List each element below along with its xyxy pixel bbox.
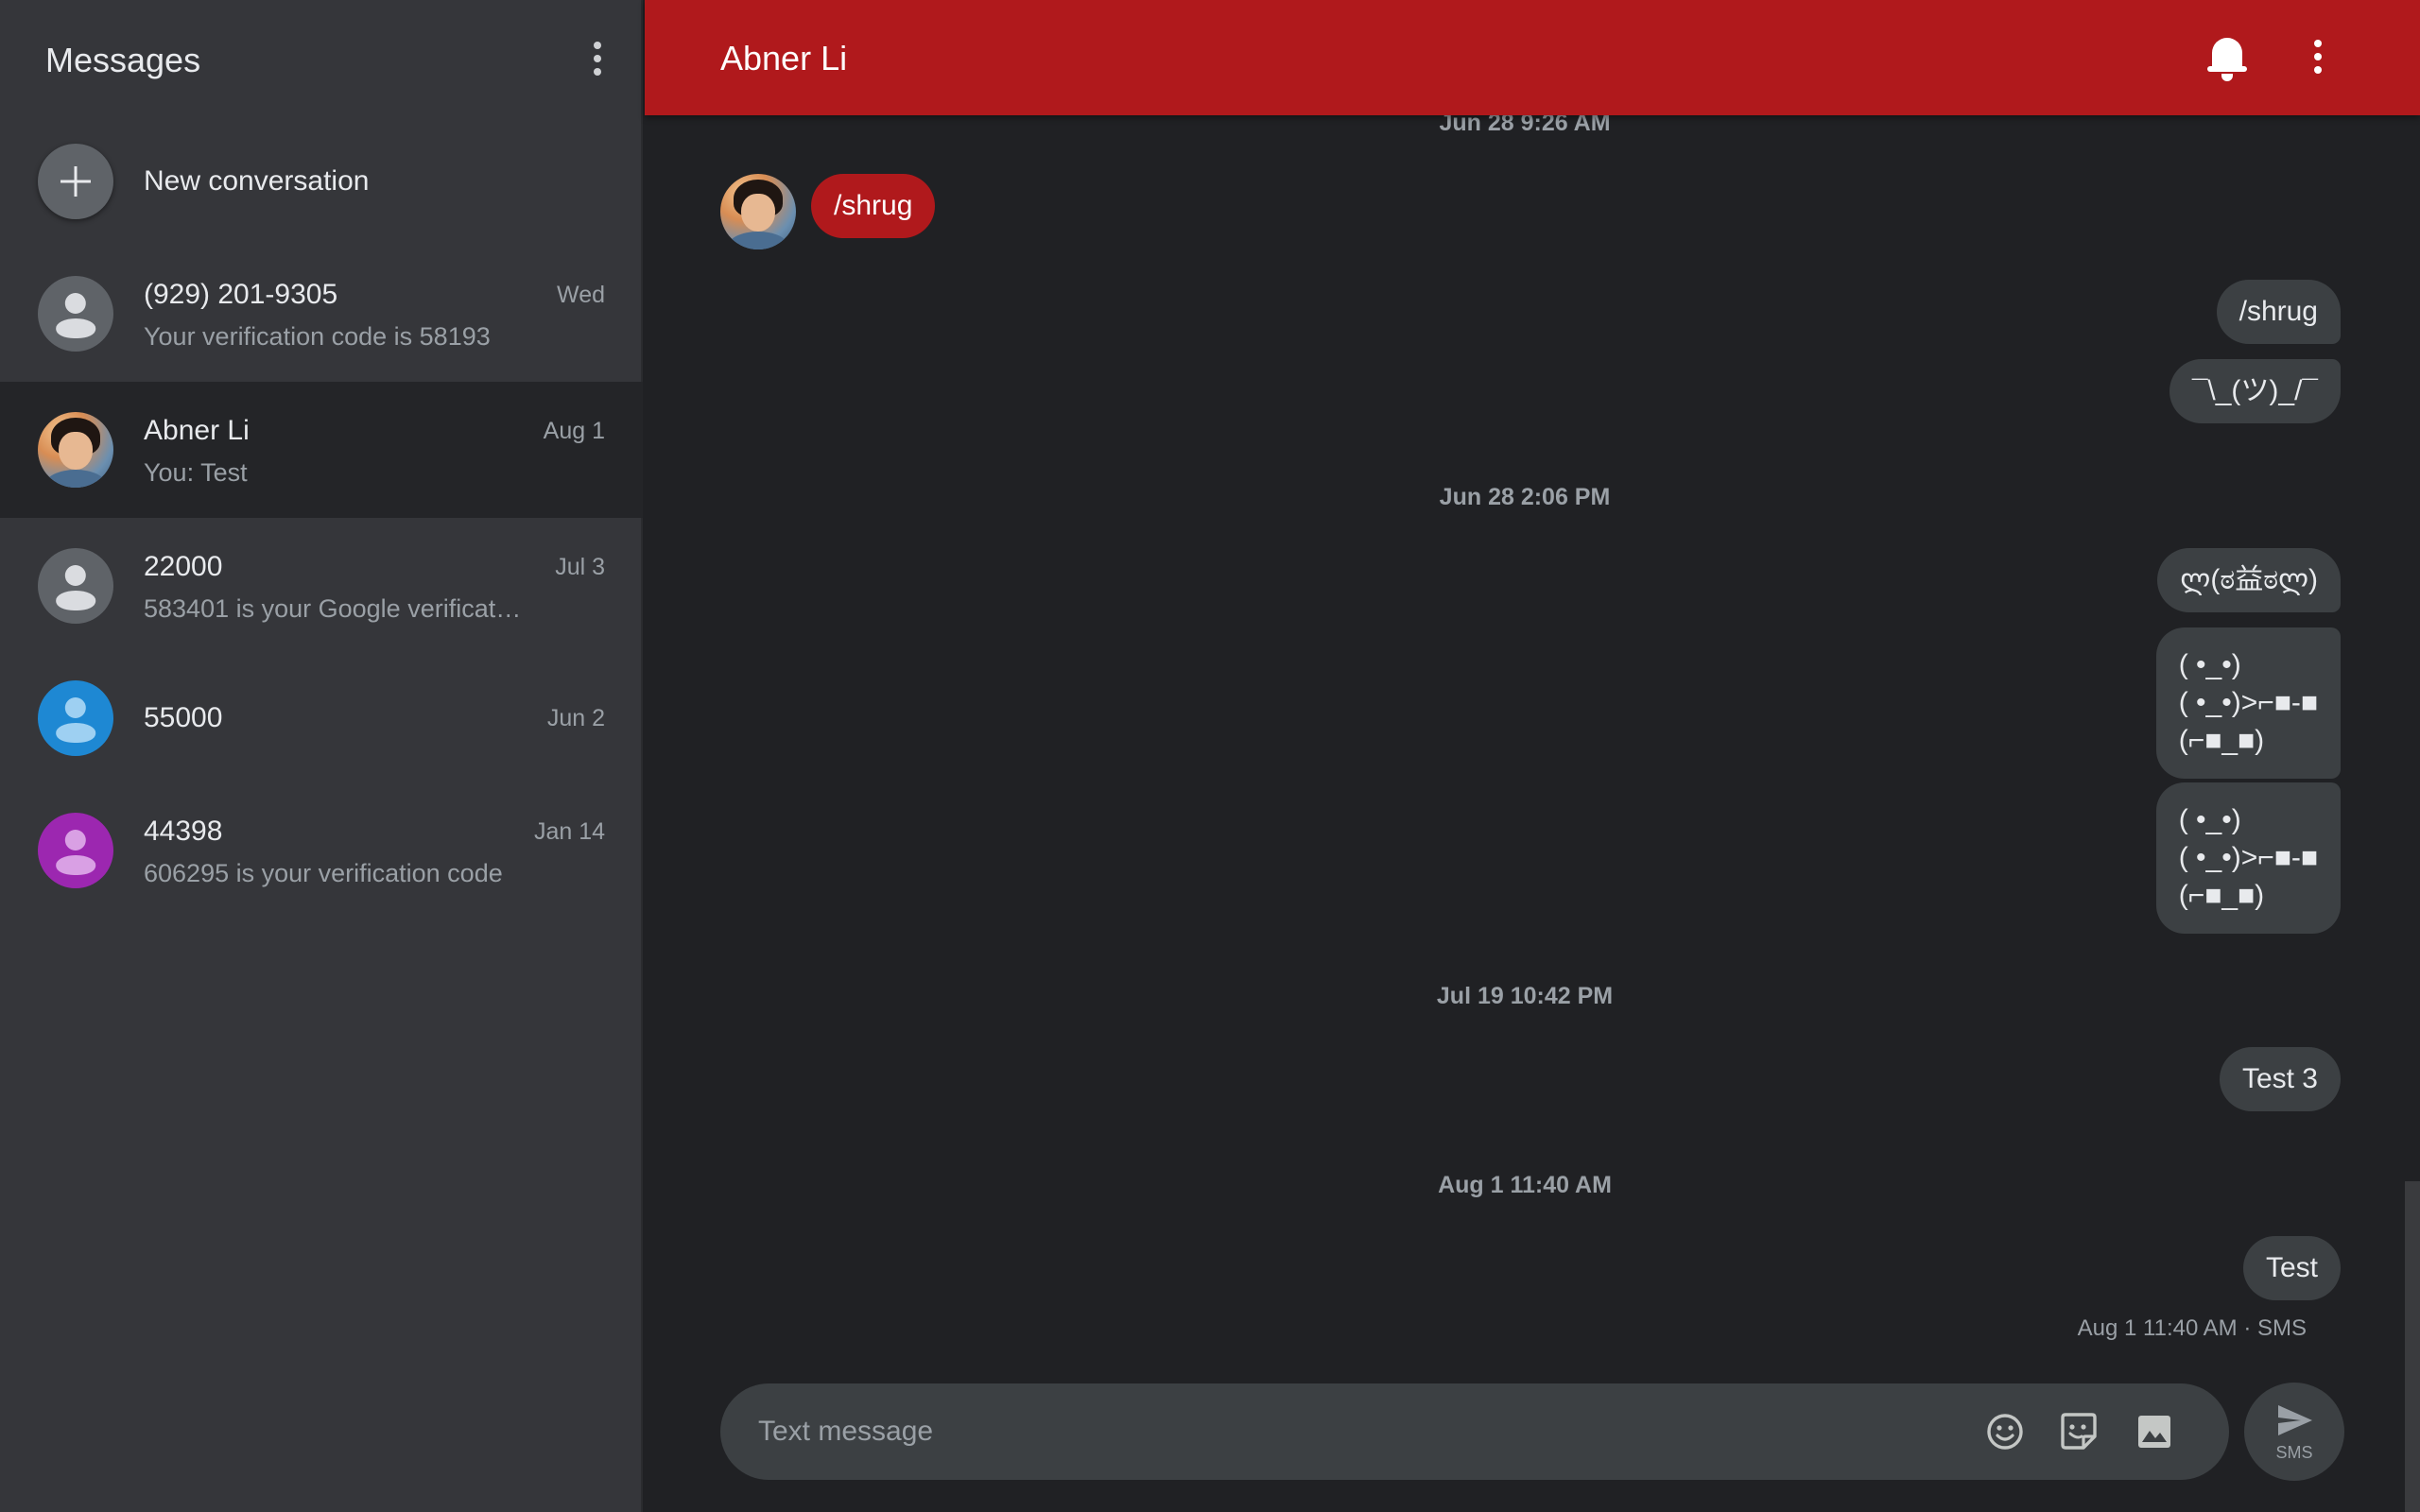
person-icon: [38, 548, 113, 624]
date-separator: Aug 1 11:40 AM: [1438, 1172, 1612, 1198]
bell-icon[interactable]: [2204, 34, 2250, 83]
conversation-list: (929) 201-9305 Your verification code is…: [0, 246, 643, 919]
conversation-date: Jan 14: [533, 818, 605, 845]
image-icon[interactable]: [2133, 1410, 2176, 1453]
conversation-date: Jun 2: [546, 705, 605, 731]
outgoing-message[interactable]: /shrug: [2216, 280, 2341, 344]
avatar: [38, 276, 113, 352]
new-conversation-button[interactable]: New conversation: [0, 132, 643, 231]
app-title: Messages: [45, 41, 201, 79]
conversation-item[interactable]: 44398 606295 is your verification code J…: [0, 782, 643, 919]
conversation-title: Abner Li: [720, 39, 848, 77]
conversation-name: (929) 201-9305: [144, 279, 338, 310]
outgoing-message[interactable]: ¯\_(ツ)_/¯: [2169, 359, 2341, 423]
conversation-date: Jul 3: [555, 554, 605, 580]
send-button[interactable]: SMS: [2244, 1383, 2344, 1481]
outgoing-message[interactable]: Test 3: [2219, 1047, 2341, 1111]
send-icon: [2278, 1405, 2312, 1435]
conversation-snippet: You: Test: [144, 458, 248, 487]
sidebar-header: Messages: [0, 0, 643, 123]
contact-photo: [38, 412, 113, 488]
conversation-header: Abner Li: [645, 0, 2420, 115]
conversation-name: 44398: [144, 816, 223, 847]
conversation-snippet: 583401 is your Google verification code: [144, 594, 522, 623]
outgoing-message[interactable]: ლ(ಠ益ಠლ): [2157, 548, 2341, 612]
more-options-icon[interactable]: [579, 32, 616, 85]
outgoing-message[interactable]: ( •_•) ( •_•)>⌐■-■ (⌐■_■): [2155, 782, 2341, 934]
message-thread: Jun 28 9:26 AM /shrug /shrug ¯\_(ツ)_/¯ J…: [645, 110, 2420, 1363]
date-separator: Jun 28 2:06 PM: [1439, 484, 1611, 510]
outgoing-message[interactable]: Test: [2242, 1236, 2341, 1300]
thread-scrollbar[interactable]: [2405, 1181, 2420, 1512]
more-options-icon[interactable]: [2299, 30, 2337, 83]
conversation-name: Abner Li: [144, 415, 250, 446]
message-status: Aug 1 11:40 AM · SMS: [2077, 1315, 2307, 1341]
new-conversation-label: New conversation: [144, 165, 370, 197]
contact-photo: [720, 174, 796, 249]
conversation-item[interactable]: Abner Li You: Test Aug 1: [0, 382, 643, 518]
emoji-icon[interactable]: [1983, 1410, 2027, 1453]
avatar: [38, 813, 113, 888]
incoming-message[interactable]: /shrug: [811, 174, 936, 238]
sidebar: Messages New conversation (929) 201-9305…: [0, 0, 643, 1512]
message-composer: [720, 1383, 2229, 1480]
person-icon: [38, 276, 113, 352]
send-label: SMS: [2275, 1443, 2313, 1462]
plus-icon: [38, 144, 113, 219]
conversation-item[interactable]: 22000 583401 is your Google verification…: [0, 518, 643, 654]
conversation-date: Wed: [557, 282, 605, 308]
person-icon: [38, 680, 113, 756]
message-input[interactable]: [758, 1406, 1893, 1457]
conversation-date: Aug 1: [543, 418, 605, 444]
sticker-icon[interactable]: [2057, 1410, 2100, 1453]
conversation-item[interactable]: (929) 201-9305 Your verification code is…: [0, 246, 643, 382]
avatar: [38, 680, 113, 756]
conversation-snippet: Your verification code is 58193: [144, 322, 491, 351]
avatar: [38, 412, 113, 488]
date-separator: Jul 19 10:42 PM: [1436, 983, 1614, 1009]
outgoing-message[interactable]: ( •_•) ( •_•)>⌐■-■ (⌐■_■): [2155, 627, 2341, 779]
conversation-name: 22000: [144, 551, 223, 582]
conversation-snippet: 606295 is your verification code: [144, 859, 503, 887]
conversation-item[interactable]: 55000 Jun 2: [0, 654, 643, 782]
person-icon: [38, 813, 113, 888]
conversation-name: 55000: [144, 702, 223, 733]
avatar[interactable]: [720, 174, 796, 249]
avatar: [38, 548, 113, 624]
